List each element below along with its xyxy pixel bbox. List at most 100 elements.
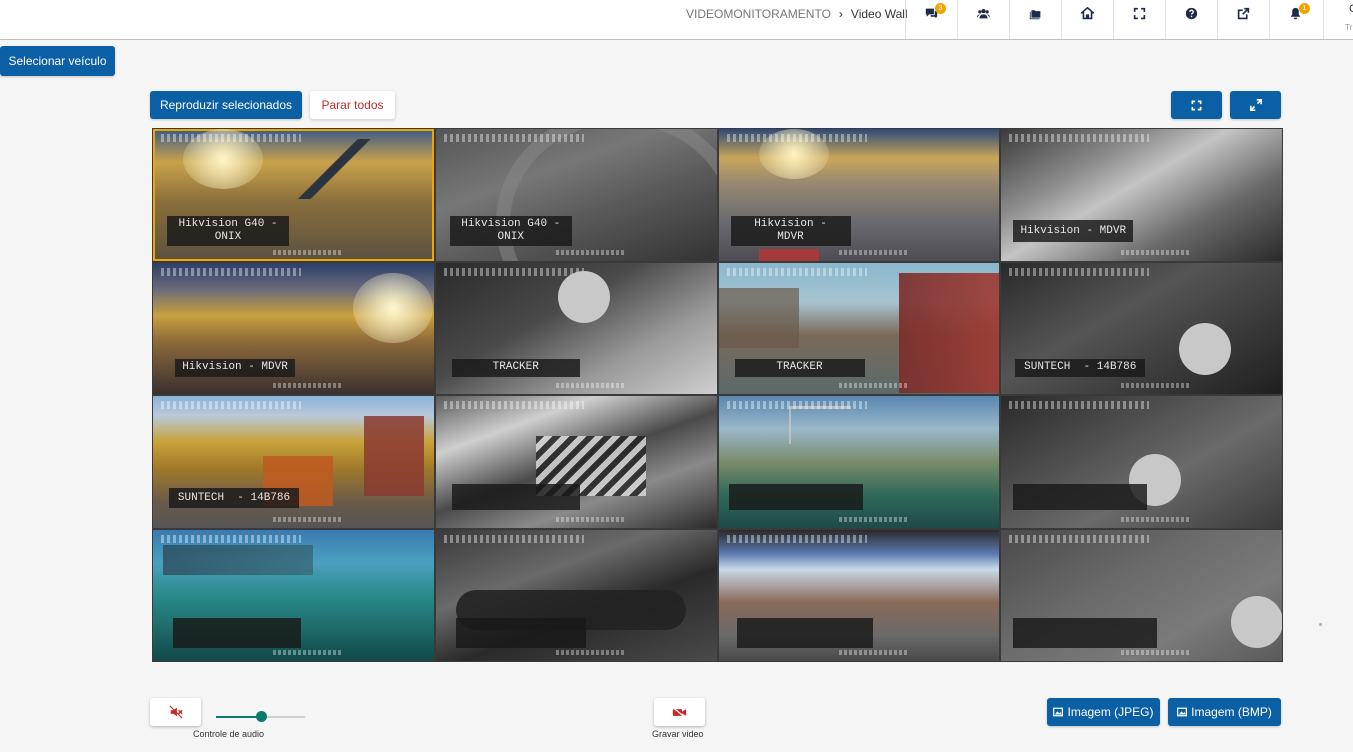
video-timestamp-overlay <box>273 249 343 255</box>
video-osd-overlay <box>726 401 867 409</box>
video-tile[interactable]: SUNTECH - 14B786 <box>1001 262 1282 394</box>
select-vehicle-button[interactable]: Selecionar veículo <box>0 46 115 76</box>
grid-fullscreen-button[interactable] <box>1171 91 1222 119</box>
image-icon <box>1177 707 1188 717</box>
audio-volume-thumb[interactable] <box>255 711 267 722</box>
video-tile-label <box>728 484 863 510</box>
user-menu[interactable]: C Tr <box>1323 0 1353 39</box>
video-tile-label <box>736 617 873 648</box>
breadcrumb-current: Video Wall <box>850 7 908 21</box>
image-icon <box>1053 707 1064 717</box>
home-icon <box>1081 7 1094 20</box>
video-tile[interactable] <box>718 529 1000 661</box>
folders-button[interactable] <box>1009 0 1061 39</box>
help-button[interactable] <box>1165 0 1217 39</box>
users-button[interactable] <box>957 0 1009 39</box>
save-bmp-button[interactable]: Imagem (BMP) <box>1168 698 1281 726</box>
video-tile[interactable] <box>435 396 717 528</box>
grid-expand-button[interactable] <box>1230 91 1281 119</box>
breadcrumb-section[interactable]: VIDEOMONITORAMENTO <box>686 7 831 21</box>
video-tile-label: Hikvision - MDVR <box>1013 220 1134 242</box>
fullscreen-icon <box>1133 7 1146 20</box>
video-tile-label <box>451 484 580 510</box>
mute-audio-button[interactable] <box>150 698 201 726</box>
video-tile[interactable]: Hikvision G40 - ONIX <box>153 129 434 261</box>
speaker-muted-icon <box>168 705 183 719</box>
video-osd-overlay <box>161 134 301 142</box>
video-osd-overlay <box>1009 267 1150 276</box>
video-tile[interactable]: Hikvision G40 - ONIX <box>435 129 717 261</box>
folders-icon <box>1029 10 1041 20</box>
video-timestamp-overlay <box>555 650 626 655</box>
play-selected-button[interactable]: Reproduzir selecionados <box>150 91 302 119</box>
privacy-blur <box>1179 322 1232 375</box>
video-wall-grid: Hikvision G40 - ONIX Hikvision G40 - ONI… <box>152 128 1283 662</box>
video-tile[interactable] <box>1001 529 1282 661</box>
video-osd-overlay <box>443 401 584 409</box>
video-tile[interactable]: TRACKER <box>718 262 1000 394</box>
video-timestamp-overlay <box>555 516 626 522</box>
video-tile[interactable] <box>435 529 717 661</box>
video-tile[interactable]: Hikvision - MDVR <box>718 129 1000 261</box>
video-osd-overlay <box>1009 534 1150 543</box>
video-osd-overlay <box>726 134 867 142</box>
video-timestamp-overlay <box>1121 383 1192 388</box>
chat-button[interactable]: 3 <box>905 0 957 39</box>
video-timestamp-overlay <box>838 249 909 255</box>
video-tile[interactable]: TRACKER <box>435 262 717 394</box>
user-initial: C <box>1349 3 1353 15</box>
video-tile-label <box>173 617 301 648</box>
record-video-button[interactable] <box>654 698 705 726</box>
video-osd-overlay <box>161 534 301 543</box>
video-tile-label: Hikvision - MDVR <box>175 358 295 377</box>
video-osd-overlay <box>443 134 584 142</box>
video-timestamp-overlay <box>838 650 909 655</box>
video-timestamp-overlay <box>273 516 343 522</box>
video-tile-label: Hikvision G40 - ONIX <box>449 216 572 246</box>
notifications-button[interactable]: 1 <box>1269 0 1321 39</box>
video-tile-label: TRACKER <box>734 358 865 377</box>
video-tile[interactable] <box>718 396 1000 528</box>
save-jpeg-label: Imagem (JPEG) <box>1067 705 1154 719</box>
audio-volume-slider[interactable] <box>216 711 305 722</box>
external-link-button[interactable] <box>1217 0 1269 39</box>
video-tile[interactable] <box>1001 396 1282 528</box>
video-tile[interactable] <box>153 529 434 661</box>
audio-control-caption: Controle de audio <box>193 729 265 739</box>
video-tile-label <box>1013 484 1148 510</box>
video-timestamp-overlay <box>555 249 626 255</box>
top-bar: VIDEOMONITORAMENTO › Video Wall 3 1 C Tr <box>0 0 1353 40</box>
video-tile-label <box>455 617 586 648</box>
chat-badge: 3 <box>935 3 946 14</box>
video-timestamp-overlay <box>273 383 343 388</box>
video-timestamp-overlay <box>1121 650 1192 655</box>
fullscreen-icon <box>1191 100 1202 110</box>
video-osd-overlay <box>443 534 584 543</box>
video-tile-label: Hikvision - MDVR <box>730 216 851 246</box>
stop-all-button[interactable]: Parar todos <box>310 91 395 119</box>
breadcrumb: VIDEOMONITORAMENTO › Video Wall <box>686 7 908 21</box>
video-osd-overlay <box>161 401 301 409</box>
breadcrumb-separator-icon: › <box>838 7 843 21</box>
video-tile[interactable]: Hikvision - MDVR <box>153 262 434 394</box>
save-bmp-label: Imagem (BMP) <box>1191 705 1272 719</box>
video-timestamp-overlay <box>1121 249 1192 255</box>
video-timestamp-overlay <box>555 383 626 388</box>
video-timestamp-overlay <box>1121 516 1192 522</box>
expand-arrows-icon <box>1249 99 1262 111</box>
home-button[interactable] <box>1061 0 1113 39</box>
video-tile-label <box>1013 617 1158 648</box>
save-jpeg-button[interactable]: Imagem (JPEG) <box>1047 698 1160 726</box>
fullscreen-button[interactable] <box>1113 0 1165 39</box>
decorative-dot <box>1319 623 1322 626</box>
video-tile-label: SUNTECH - 14B786 <box>1015 358 1146 377</box>
video-tile-label: TRACKER <box>451 358 580 377</box>
video-osd-overlay <box>1009 134 1150 142</box>
user-subtitle: Tr <box>1345 23 1353 32</box>
external-link-icon <box>1237 7 1250 20</box>
video-camera-off-icon <box>672 706 687 718</box>
record-video-caption: Gravar video <box>652 729 704 739</box>
video-tile[interactable]: SUNTECH - 14B786 <box>153 396 434 528</box>
video-tile[interactable]: Hikvision - MDVR <box>1001 129 1282 261</box>
privacy-blur <box>557 270 610 323</box>
